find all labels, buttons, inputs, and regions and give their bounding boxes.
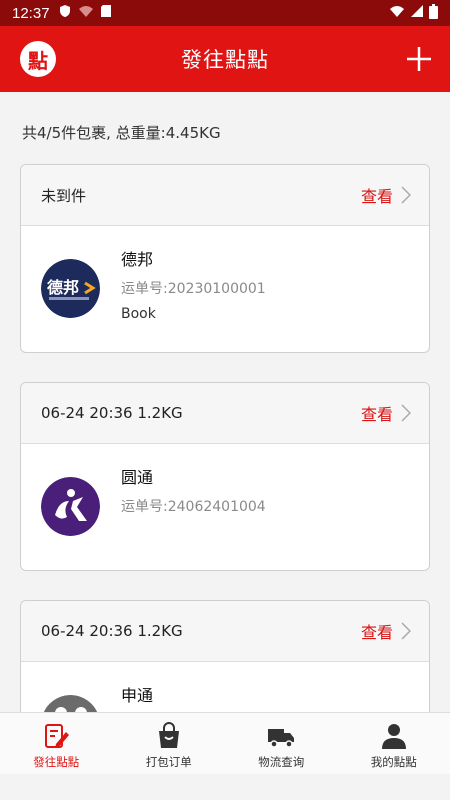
item-description: Book xyxy=(121,306,156,322)
parcel-card: 06-24 20:36 1.2KG 查看 圆通 运单号:24062401004 xyxy=(20,382,430,571)
tab-label: 我的點點 xyxy=(370,755,417,769)
status-bar: 12:37 xyxy=(0,0,450,26)
wifi-off-icon xyxy=(78,4,94,22)
chevron-right-icon xyxy=(401,622,411,640)
view-button[interactable]: 查看 xyxy=(361,401,411,425)
view-label: 查看 xyxy=(360,187,393,206)
card-date-weight: 06-24 20:36 1.2KG xyxy=(41,622,183,640)
chevron-right-icon xyxy=(401,404,411,422)
truck-icon xyxy=(268,729,295,748)
carrier-name: 申通 xyxy=(121,686,154,705)
tab-label: 發往點點 xyxy=(33,755,80,769)
view-label: 查看 xyxy=(360,405,393,424)
bottom-tab-bar: 發往點點 打包订单 物流查询 我的點點 xyxy=(0,712,450,774)
card-header: 06-24 20:36 1.2KG 查看 xyxy=(21,601,429,662)
status-time: 12:37 xyxy=(12,4,50,22)
card-status: 未到件 xyxy=(41,186,87,205)
parcel-summary: 共4/5件包裹, 总重量:4.45KG xyxy=(22,124,221,142)
tab-label: 打包订单 xyxy=(145,755,192,769)
sdcard-icon xyxy=(100,4,112,22)
tab-send[interactable]: 發往點點 xyxy=(0,713,113,774)
card-header: 06-24 20:36 1.2KG 查看 xyxy=(21,383,429,444)
bag-icon xyxy=(158,722,179,748)
carrier-name: 德邦 xyxy=(121,250,154,269)
page-title: 發往點點 xyxy=(181,48,269,72)
chevron-right-icon xyxy=(401,186,411,204)
view-button[interactable]: 查看 xyxy=(361,619,411,643)
signal-icon xyxy=(410,4,424,22)
edit-icon xyxy=(45,724,70,748)
app-bar: 點 發往點點 xyxy=(0,26,450,92)
view-label: 查看 xyxy=(360,623,393,642)
add-button[interactable] xyxy=(406,46,432,72)
waybill-number: 运单号:20230100001 xyxy=(121,281,266,297)
carrier-name: 圆通 xyxy=(121,468,154,487)
tab-label: 物流查询 xyxy=(258,755,305,769)
card-body[interactable]: 圆通 运单号:24062401004 xyxy=(21,444,429,570)
card-header: 未到件 查看 xyxy=(21,165,429,226)
user-icon xyxy=(381,724,406,749)
deppon-logo-text: 德邦 xyxy=(47,278,79,297)
plus-icon xyxy=(407,47,431,71)
tab-packing-orders[interactable]: 打包订单 xyxy=(113,713,226,774)
tab-tracking[interactable]: 物流查询 xyxy=(225,713,338,774)
wifi-icon xyxy=(389,4,405,22)
yto-logo xyxy=(41,477,100,536)
card-body[interactable]: 德邦 德邦 运单号:20230100001 Book xyxy=(21,226,429,352)
battery-icon xyxy=(429,3,438,23)
deppon-logo: 德邦 xyxy=(41,259,100,318)
card-date-weight: 06-24 20:36 1.2KG xyxy=(41,404,183,422)
parcel-card: 未到件 查看 德邦 德邦 运单号:20230100001 Book xyxy=(20,164,430,353)
view-button[interactable]: 查看 xyxy=(361,183,411,207)
system-nav-bar xyxy=(0,774,450,800)
shield-icon xyxy=(58,4,72,22)
tab-profile[interactable]: 我的點點 xyxy=(338,713,450,774)
waybill-number: 运单号:24062401004 xyxy=(121,499,266,515)
